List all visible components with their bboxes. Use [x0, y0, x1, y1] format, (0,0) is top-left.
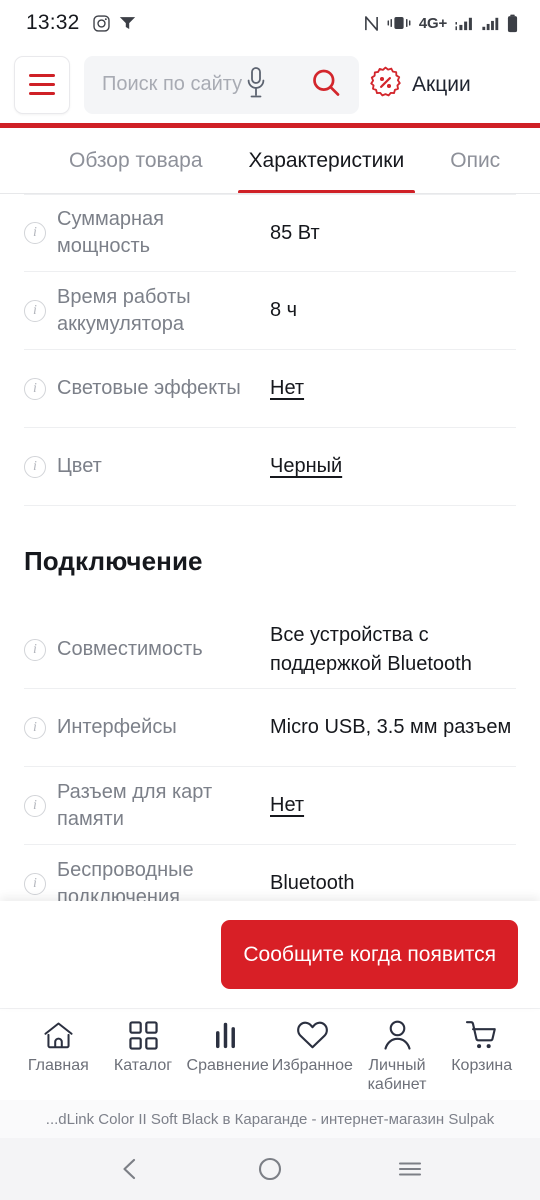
nav-label: Корзина	[451, 1057, 513, 1074]
table-row: i Совместимость Все устройства с поддерж…	[24, 611, 516, 689]
nav-label: Главная	[27, 1057, 89, 1074]
spec-name-cell: i Световые эффекты	[24, 375, 270, 402]
site-header: Поиск по сайту Акции	[0, 46, 540, 123]
promotions-button[interactable]: Акции	[369, 66, 477, 104]
table-row: i Световые эффекты Нет	[24, 350, 516, 428]
spec-label: Совместимость	[57, 638, 203, 660]
spec-value-link[interactable]: Нет	[270, 791, 516, 820]
info-icon[interactable]: i	[24, 299, 46, 322]
table-row: i Время работы аккумулятора 8 ч	[24, 272, 516, 350]
nav-label: Избранное	[271, 1057, 353, 1074]
grid-icon	[128, 1019, 158, 1051]
nav-item-home[interactable]: Главная	[16, 1019, 101, 1076]
discount-badge-icon	[369, 66, 402, 104]
spec-label: Интерфейсы	[57, 716, 177, 738]
spec-name-cell: i Беспроводные подключения	[24, 857, 270, 902]
info-icon[interactable]: i	[24, 716, 46, 739]
signal-bars-icon	[455, 15, 474, 31]
spec-value: Bluetooth	[270, 872, 355, 894]
spec-label: Беспроводные подключения	[57, 858, 194, 902]
info-icon[interactable]: i	[24, 455, 46, 478]
section-title-connection: Подключение	[24, 546, 203, 576]
spec-label: Время работы аккумулятора	[57, 285, 191, 335]
table-row: i Беспроводные подключения Bluetooth	[24, 845, 516, 901]
spec-label: Разъем для карт памяти	[57, 780, 213, 830]
network-type-label: 4G+	[418, 14, 447, 32]
spec-name-cell: i Суммарная мощность	[24, 206, 270, 260]
android-navigation-bar	[0, 1138, 540, 1200]
spec-name-cell: i Разъем для карт памяти	[24, 779, 270, 833]
info-icon[interactable]: i	[24, 222, 46, 244]
spec-value-link[interactable]: Черный	[270, 452, 516, 481]
vibrate-icon	[387, 15, 411, 31]
cart-icon	[465, 1019, 498, 1051]
search-placeholder: Поиск по сайту	[102, 73, 243, 95]
screencast-icon	[119, 16, 136, 31]
table-row: i Разъем для карт памяти Нет	[24, 767, 516, 845]
nav-label: Личный кабинет	[367, 1057, 427, 1093]
status-clock: 13:32	[26, 11, 80, 34]
spec-label: Световые эффекты	[57, 377, 241, 399]
product-tabs: Обзор товара Характеристики Опис	[0, 128, 540, 194]
back-icon[interactable]	[100, 1149, 160, 1189]
nav-item-account[interactable]: Личный кабинет	[355, 1019, 440, 1095]
tab-overview[interactable]: Обзор товара	[46, 128, 226, 194]
search-icon[interactable]	[311, 67, 341, 102]
status-right-icons: 4G+	[364, 14, 518, 33]
signal-bars-secondary-icon	[482, 15, 499, 31]
table-row: i Суммарная мощность 85 Вт	[24, 194, 516, 272]
recents-icon[interactable]	[380, 1149, 440, 1189]
nav-label: Сравнение	[186, 1057, 269, 1074]
nav-label: Каталог	[113, 1057, 173, 1074]
microphone-icon[interactable]	[245, 66, 267, 104]
info-icon[interactable]: i	[24, 638, 46, 661]
spec-label: Цвет	[57, 455, 102, 477]
home-icon	[43, 1019, 74, 1051]
page-caption: ...dLink Color II Soft Black в Караганде…	[0, 1100, 540, 1138]
promotions-label: Акции	[412, 72, 471, 96]
cta-bar: Сообщите когда появится	[0, 901, 540, 1008]
camera-icon	[92, 14, 110, 32]
search-input[interactable]: Поиск по сайту	[84, 55, 359, 114]
specifications-content[interactable]: i Суммарная мощность 85 Вт i Время работ…	[0, 194, 540, 901]
spec-label: Суммарная мощность	[57, 208, 164, 257]
info-icon[interactable]: i	[24, 794, 46, 817]
nav-item-comparison[interactable]: Сравнение	[185, 1019, 270, 1076]
spec-name-cell: i Интерфейсы	[24, 714, 270, 741]
heart-icon	[296, 1019, 329, 1051]
hamburger-icon[interactable]	[14, 55, 70, 114]
phone-screen: 13:32 4G+ Поиск по сайту Акции Обзор тов…	[0, 0, 540, 1200]
spec-name-cell: i Цвет	[24, 453, 270, 480]
bar-chart-icon	[214, 1019, 242, 1051]
nav-item-favorites[interactable]: Избранное	[270, 1019, 355, 1076]
spec-name-cell: i Совместимость	[24, 636, 270, 663]
table-row: i Цвет Черный	[24, 428, 516, 506]
spec-value: Все устройства с поддержкой Bluetooth	[270, 623, 472, 675]
info-icon[interactable]: i	[24, 377, 46, 400]
battery-icon	[507, 14, 518, 33]
info-icon[interactable]: i	[24, 872, 46, 895]
table-row: i Интерфейсы Micro USB, 3.5 мм разъем	[24, 689, 516, 767]
home-circle-icon[interactable]	[240, 1149, 300, 1189]
spec-value: Micro USB, 3.5 мм разъем	[270, 716, 512, 738]
status-bar: 13:32 4G+	[0, 0, 540, 46]
spec-value: 8 ч	[270, 299, 298, 321]
tab-description[interactable]: Опис	[427, 128, 523, 194]
status-left-icons	[92, 14, 136, 32]
spec-name-cell: i Время работы аккумулятора	[24, 284, 270, 338]
spec-value: 85 Вт	[270, 221, 320, 244]
nfc-icon	[364, 15, 379, 32]
bottom-navigation: Главная Каталог Сравнение Избранное Личн…	[0, 1008, 540, 1100]
spec-value-link[interactable]: Нет	[270, 374, 516, 403]
nav-item-cart[interactable]: Корзина	[439, 1019, 524, 1076]
tab-specifications[interactable]: Характеристики	[226, 128, 428, 194]
user-icon	[383, 1019, 412, 1051]
nav-item-catalog[interactable]: Каталог	[101, 1019, 186, 1076]
notify-when-available-button[interactable]: Сообщите когда появится	[221, 920, 518, 989]
